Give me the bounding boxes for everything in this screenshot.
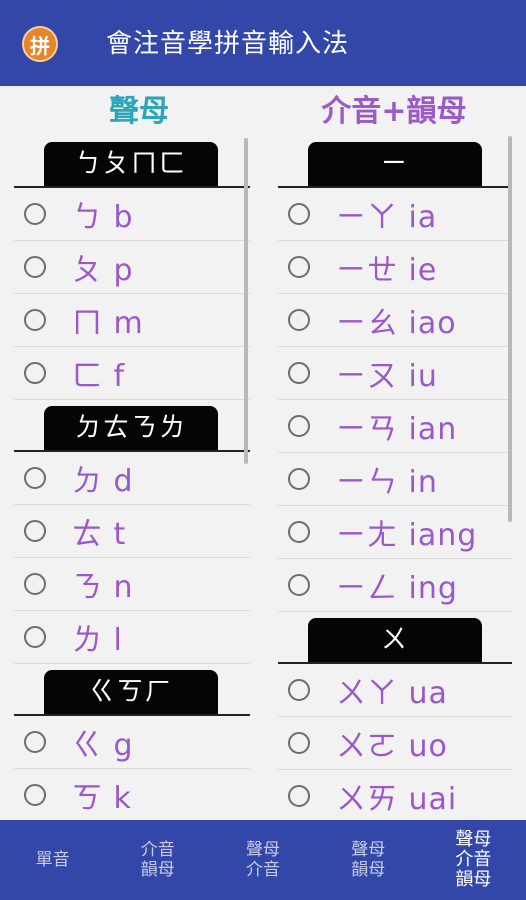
nav-tab-initial-final[interactable]: 聲母 韻母	[316, 820, 421, 900]
scrollbar[interactable]	[508, 136, 512, 522]
list-item[interactable]: ㄈ f	[14, 347, 250, 400]
radio-button[interactable]	[24, 362, 46, 384]
list-item-label: ㄧㄤ iang	[336, 518, 478, 553]
list-item-label: ㄇ m	[72, 306, 144, 341]
radio-button[interactable]	[288, 468, 310, 490]
radio-button[interactable]	[288, 203, 310, 225]
list-item[interactable]: ㄧㄝ ie	[278, 241, 512, 294]
radio-button[interactable]	[24, 626, 46, 648]
radio-button[interactable]	[288, 785, 310, 807]
group-title: ㄨ	[308, 618, 482, 662]
radio-button[interactable]	[288, 679, 310, 701]
radio-button[interactable]	[24, 309, 46, 331]
radio-button[interactable]	[24, 256, 46, 278]
finals-list[interactable]: ㄧ ㄧㄚ ia ㄧㄝ ie ㄧㄠ iao ㄧㄡ iu ㄧㄢ ian ㄧㄣ in …	[278, 136, 512, 819]
group-header: ㄨ	[278, 612, 512, 664]
nav-tab-single-sound[interactable]: 單音	[0, 820, 105, 900]
nav-tab-initial-medial-final[interactable]: 聲母 介音 韻母	[421, 820, 526, 900]
group-header: ㄧ	[278, 136, 512, 188]
list-item-label: ㄨㄛ uo	[336, 729, 448, 764]
radio-button[interactable]	[288, 521, 310, 543]
radio-button[interactable]	[288, 362, 310, 384]
list-item[interactable]: ㄅ b	[14, 188, 250, 241]
list-item[interactable]: ㄧㄥ ing	[278, 559, 512, 612]
bottom-navigation: 單音 介音 韻母 聲母 介音 聲母 韻母 聲母 介音 韻母	[0, 820, 526, 900]
list-item-label: ㄉ d	[72, 464, 134, 499]
divider	[14, 714, 250, 716]
initials-list[interactable]: ㄅㄆㄇㄈ ㄅ b ㄆ p ㄇ m ㄈ f ㄉㄊㄋㄌ ㄉ d ㄊ t ㄋ n ㄌ …	[14, 136, 250, 819]
radio-button[interactable]	[24, 573, 46, 595]
radio-button[interactable]	[288, 256, 310, 278]
finals-column-header: 介音+韻母	[321, 94, 467, 129]
scrollbar[interactable]	[244, 138, 248, 464]
list-item-label: ㄅ b	[72, 200, 134, 235]
list-item-label: ㄈ f	[72, 359, 126, 394]
list-item-label: ㄆ p	[72, 253, 134, 288]
list-item-label: ㄍ g	[72, 728, 134, 763]
list-item-label: ㄧㄚ ia	[336, 200, 438, 235]
list-item-label: ㄌ l	[72, 623, 123, 658]
app-bar: 拼 會注音學拼音輸入法	[0, 0, 526, 86]
list-item[interactable]: ㄧㄡ iu	[278, 347, 512, 400]
list-item-label: ㄧㄢ ian	[336, 412, 458, 447]
initials-column-header: 聲母	[109, 94, 169, 129]
group-header: ㄉㄊㄋㄌ	[14, 400, 250, 452]
list-item[interactable]: ㄧㄣ in	[278, 453, 512, 506]
list-item[interactable]: ㄌ l	[14, 611, 250, 664]
list-item[interactable]: ㄧㄤ iang	[278, 506, 512, 559]
list-item-label: ㄋ n	[72, 570, 134, 605]
list-item[interactable]: ㄍ g	[14, 716, 250, 769]
radio-button[interactable]	[24, 203, 46, 225]
list-item-label: ㄧㄥ ing	[336, 571, 458, 606]
list-item-label: ㄨㄚ ua	[336, 676, 448, 711]
radio-button[interactable]	[288, 574, 310, 596]
list-item[interactable]: ㄆ p	[14, 241, 250, 294]
radio-button[interactable]	[288, 732, 310, 754]
nav-tab-initial-medial[interactable]: 聲母 介音	[210, 820, 315, 900]
list-item[interactable]: ㄨㄞ uai	[278, 770, 512, 819]
radio-button[interactable]	[24, 784, 46, 806]
list-item[interactable]: ㄊ t	[14, 505, 250, 558]
list-item[interactable]: ㄋ n	[14, 558, 250, 611]
list-item-label: ㄧㄣ in	[336, 465, 438, 500]
list-item[interactable]: ㄉ d	[14, 452, 250, 505]
radio-button[interactable]	[288, 415, 310, 437]
list-item-label: ㄎ k	[72, 781, 132, 816]
app-logo-icon: 拼	[22, 26, 58, 62]
list-item[interactable]: ㄎ k	[14, 769, 250, 819]
nav-tab-medial-final[interactable]: 介音 韻母	[105, 820, 210, 900]
list-item-label: ㄊ t	[72, 517, 127, 552]
group-title: ㄍㄎㄏ	[44, 670, 218, 714]
divider	[278, 662, 512, 664]
divider	[278, 186, 512, 188]
list-item-label: ㄧㄡ iu	[336, 359, 438, 394]
list-item-label: ㄨㄞ uai	[336, 782, 458, 817]
group-title: ㄉㄊㄋㄌ	[44, 406, 218, 450]
radio-button[interactable]	[24, 467, 46, 489]
group-title: ㄧ	[308, 142, 482, 186]
list-item-label: ㄧㄠ iao	[336, 306, 457, 341]
list-item[interactable]: ㄨㄛ uo	[278, 717, 512, 770]
group-header: ㄅㄆㄇㄈ	[14, 136, 250, 188]
radio-button[interactable]	[288, 309, 310, 331]
divider	[14, 450, 250, 452]
divider	[14, 186, 250, 188]
list-item-label: ㄧㄝ ie	[336, 253, 438, 288]
group-title: ㄅㄆㄇㄈ	[44, 142, 218, 186]
radio-button[interactable]	[24, 731, 46, 753]
list-item[interactable]: ㄇ m	[14, 294, 250, 347]
list-item[interactable]: ㄨㄚ ua	[278, 664, 512, 717]
radio-button[interactable]	[24, 520, 46, 542]
list-item[interactable]: ㄧㄢ ian	[278, 400, 512, 453]
app-title: 會注音學拼音輸入法	[106, 29, 350, 59]
group-header: ㄍㄎㄏ	[14, 664, 250, 716]
list-item[interactable]: ㄧㄠ iao	[278, 294, 512, 347]
list-item[interactable]: ㄧㄚ ia	[278, 188, 512, 241]
